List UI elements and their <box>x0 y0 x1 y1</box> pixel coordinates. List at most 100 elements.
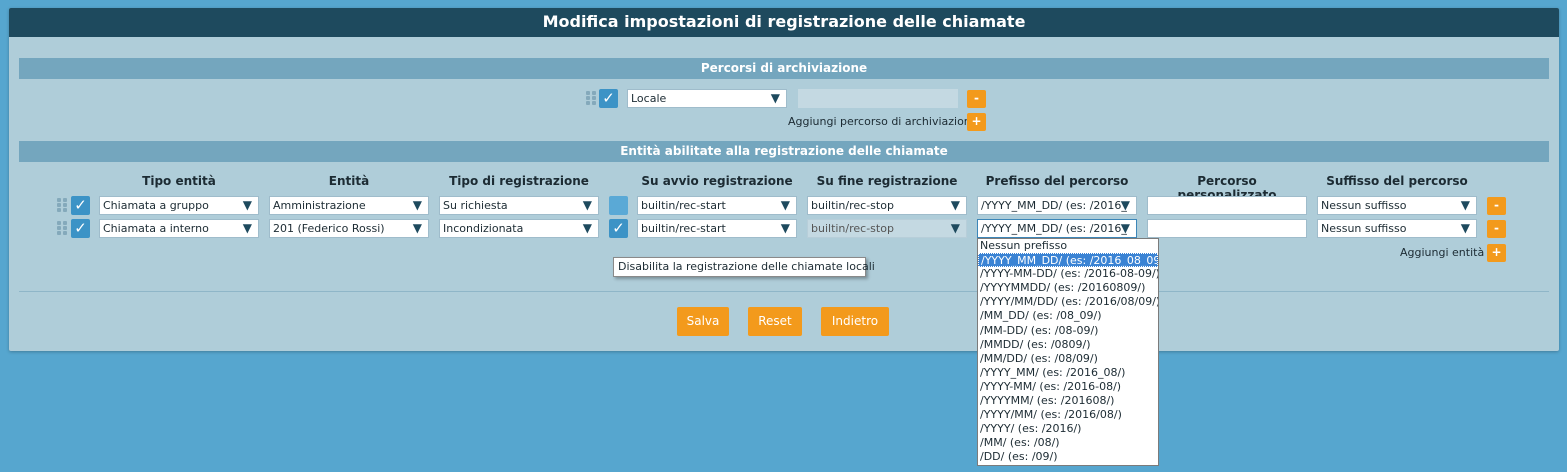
checkmark-icon: ✓ <box>74 219 87 237</box>
on-start-value: builtin/rec-start <box>641 199 726 212</box>
entity-enabled-checkbox[interactable]: ✓ <box>71 219 90 238</box>
divider <box>19 291 1549 292</box>
on-stop-value: builtin/rec-stop <box>811 199 894 212</box>
column-on-stop: Su fine registrazione <box>816 174 958 188</box>
checkmark-icon: ✓ <box>612 219 625 237</box>
dropdown-arrow-icon: ▼ <box>1120 198 1130 212</box>
on-stop-value: builtin/rec-stop <box>811 222 894 235</box>
rec-type-value: Su richiesta <box>443 199 508 212</box>
prefix-dropdown-list[interactable]: Nessun prefisso/YYYY_MM_DD/ (es: /2016_0… <box>977 238 1159 466</box>
dropdown-arrow-icon: ▼ <box>780 198 790 212</box>
dropdown-arrow-icon: ▼ <box>1460 221 1470 235</box>
storage-type-value: Locale <box>631 92 667 105</box>
drag-handle-icon[interactable] <box>586 91 596 105</box>
custom-path-input[interactable] <box>1147 196 1307 215</box>
dropdown-option[interactable]: /YYYY-MM/ (es: /2016-08/) <box>978 380 1158 394</box>
dropdown-option[interactable]: /YYYYMM/ (es: /201608/) <box>978 394 1158 408</box>
add-entity-label: Aggiungi entità <box>1400 246 1485 259</box>
dropdown-option[interactable]: /MMDD/ (es: /0809/) <box>978 338 1158 352</box>
rec-type-select[interactable]: Su richiesta ▼ <box>439 196 599 215</box>
add-storage-label: Aggiungi percorso di archiviazione <box>788 115 978 128</box>
dropdown-option[interactable]: /MM-DD/ (es: /08-09/) <box>978 324 1158 338</box>
tooltip: Disabilita la registrazione delle chiama… <box>613 257 875 277</box>
on-start-select[interactable]: builtin/rec-start ▼ <box>637 219 797 238</box>
dropdown-option[interactable]: Nessun prefisso <box>978 239 1158 253</box>
checkmark-icon: ✓ <box>74 196 87 214</box>
storage-enabled-checkbox[interactable]: ✓ <box>599 89 618 108</box>
entity-value: 201 (Federico Rossi) <box>273 222 385 235</box>
on-stop-select[interactable]: builtin/rec-stop ▼ <box>807 219 967 238</box>
suffix-select[interactable]: Nessun suffisso ▼ <box>1317 219 1477 238</box>
dropdown-arrow-icon: ▼ <box>780 221 790 235</box>
add-storage-button[interactable]: + <box>967 113 986 131</box>
dropdown-option[interactable]: /YYYYMMDD/ (es: /20160809/) <box>978 281 1158 295</box>
page-title: Modifica impostazioni di registrazione d… <box>9 8 1559 37</box>
remove-entity-button[interactable]: - <box>1487 220 1506 238</box>
dropdown-arrow-icon: ▼ <box>412 198 422 212</box>
dropdown-option[interactable]: /YYYY/ (es: /2016/) <box>978 422 1158 436</box>
dropdown-arrow-icon: ▼ <box>242 221 252 235</box>
entity-type-value: Chiamata a interno <box>103 222 209 235</box>
checkmark-icon: ✓ <box>602 89 615 107</box>
rec-type-value: Incondizionata <box>443 222 524 235</box>
dropdown-option[interactable]: /YYYY_MM/ (es: /2016_08/) <box>978 366 1158 380</box>
prefix-select[interactable]: /YYYY_MM_DD/ (es: /2016_ ▼ <box>977 219 1137 238</box>
dropdown-arrow-icon: ▼ <box>242 198 252 212</box>
custom-path-input[interactable] <box>1147 219 1307 238</box>
drag-handle-icon[interactable] <box>57 198 67 212</box>
entity-type-value: Chiamata a gruppo <box>103 199 209 212</box>
column-on-start: Su avvio registrazione <box>641 174 793 188</box>
column-entity-type: Tipo entità <box>142 174 216 188</box>
dropdown-arrow-icon: ▼ <box>582 221 592 235</box>
add-entity-button[interactable]: + <box>1487 244 1506 262</box>
save-button[interactable]: Salva <box>677 307 729 336</box>
rec-type-select[interactable]: Incondizionata ▼ <box>439 219 599 238</box>
entity-select[interactable]: Amministrazione ▼ <box>269 196 429 215</box>
local-recording-checkbox[interactable] <box>609 196 628 215</box>
remove-storage-button[interactable]: - <box>967 90 986 108</box>
dropdown-arrow-icon: ▼ <box>1120 221 1130 235</box>
prefix-value: /YYYY_MM_DD/ (es: /2016_ <box>981 199 1127 212</box>
on-stop-select[interactable]: builtin/rec-stop ▼ <box>807 196 967 215</box>
dropdown-option[interactable]: /YYYY_MM_DD/ (es: /2016_08_09/) <box>978 253 1158 268</box>
settings-panel: Modifica impostazioni di registrazione d… <box>9 8 1559 351</box>
on-start-value: builtin/rec-start <box>641 222 726 235</box>
storage-type-select[interactable]: Locale ▼ <box>627 89 787 108</box>
local-recording-checkbox[interactable]: ✓ <box>609 219 628 238</box>
drag-handle-icon[interactable] <box>57 221 67 235</box>
dropdown-arrow-icon: ▼ <box>582 198 592 212</box>
dropdown-option[interactable]: /YYYY/MM/ (es: /2016/08/) <box>978 408 1158 422</box>
dropdown-option[interactable]: /MM/ (es: /08/) <box>978 436 1158 450</box>
on-start-select[interactable]: builtin/rec-start ▼ <box>637 196 797 215</box>
entity-value: Amministrazione <box>273 199 366 212</box>
entity-select[interactable]: 201 (Federico Rossi) ▼ <box>269 219 429 238</box>
column-rec-type: Tipo di registrazione <box>449 174 589 188</box>
prefix-value: /YYYY_MM_DD/ (es: /2016_ <box>981 222 1127 235</box>
dropdown-arrow-icon: ▼ <box>770 91 780 105</box>
suffix-value: Nessun suffisso <box>1321 222 1407 235</box>
dropdown-option[interactable]: /DD/ (es: /09/) <box>978 450 1158 464</box>
suffix-select[interactable]: Nessun suffisso ▼ <box>1317 196 1477 215</box>
storage-section-header: Percorsi di archiviazione <box>19 58 1549 79</box>
reset-button[interactable]: Reset <box>748 307 802 336</box>
storage-path-input[interactable] <box>798 89 958 108</box>
entity-enabled-checkbox[interactable]: ✓ <box>71 196 90 215</box>
dropdown-option[interactable]: /YYYY/MM/DD/ (es: /2016/08/09/) <box>978 295 1158 309</box>
column-prefix: Prefisso del percorso <box>985 174 1129 188</box>
dropdown-arrow-icon: ▼ <box>1460 198 1470 212</box>
entities-section-header: Entità abilitate alla registrazione dell… <box>19 141 1549 162</box>
dropdown-arrow-icon: ▼ <box>950 221 960 235</box>
prefix-select[interactable]: /YYYY_MM_DD/ (es: /2016_ ▼ <box>977 196 1137 215</box>
dropdown-option[interactable]: /MM/DD/ (es: /08/09/) <box>978 352 1158 366</box>
suffix-value: Nessun suffisso <box>1321 199 1407 212</box>
entity-type-select[interactable]: Chiamata a gruppo ▼ <box>99 196 259 215</box>
dropdown-option[interactable]: /YYYY-MM-DD/ (es: /2016-08-09/) <box>978 267 1158 281</box>
column-suffix: Suffisso del percorso <box>1326 174 1468 188</box>
remove-entity-button[interactable]: - <box>1487 197 1506 215</box>
dropdown-arrow-icon: ▼ <box>950 198 960 212</box>
dropdown-option[interactable]: /MM_DD/ (es: /08_09/) <box>978 309 1158 323</box>
dropdown-arrow-icon: ▼ <box>412 221 422 235</box>
column-entity: Entità <box>328 174 370 188</box>
back-button[interactable]: Indietro <box>821 307 889 336</box>
entity-type-select[interactable]: Chiamata a interno ▼ <box>99 219 259 238</box>
